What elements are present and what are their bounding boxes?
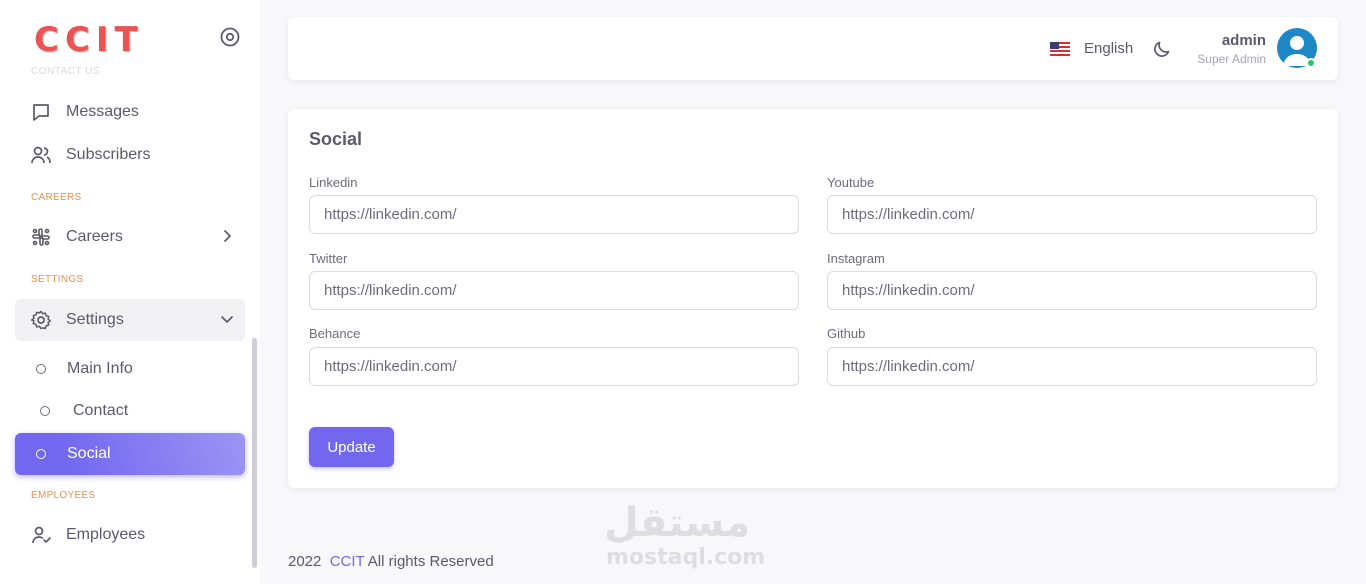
- slack-icon: [30, 226, 52, 248]
- gear-icon: [30, 309, 52, 331]
- sidebar-item-label: Subscribers: [66, 146, 151, 163]
- sidebar-item-careers[interactable]: Careers: [15, 216, 245, 258]
- behance-label: Behance: [309, 326, 361, 341]
- section-label-contact: CONTACT US: [31, 66, 101, 76]
- sidebar-item-employees[interactable]: Employees: [15, 514, 245, 556]
- linkedin-label: Linkedin: [309, 175, 358, 190]
- card-title: Social: [309, 129, 363, 149]
- social-card: Social Linkedin Youtube Twitter Instagra…: [288, 109, 1338, 488]
- chevron-right-icon: [219, 228, 235, 244]
- circle-icon: [40, 406, 50, 416]
- menu-toggle-icon[interactable]: [219, 26, 241, 48]
- circle-icon: [36, 364, 46, 374]
- section-label-settings: SETTINGS: [31, 274, 84, 285]
- us-flag-icon[interactable]: [1050, 42, 1070, 56]
- twitter-input[interactable]: [309, 271, 799, 310]
- sidebar-item-label: Settings: [66, 311, 124, 328]
- footer-rights: All rights Reserved: [367, 553, 494, 570]
- section-label-employees: EMPLOYEES: [31, 490, 96, 501]
- sidebar-subitem-label: Social: [67, 445, 111, 462]
- youtube-input[interactable]: [827, 195, 1317, 234]
- github-input[interactable]: [827, 347, 1317, 386]
- sidebar-subitem-contact[interactable]: Contact: [15, 390, 245, 432]
- sidebar-item-label: Careers: [66, 228, 123, 245]
- chevron-down-icon: [219, 311, 235, 327]
- sidebar-item-settings[interactable]: Settings: [15, 299, 245, 341]
- sidebar-subitem-social[interactable]: Social: [15, 433, 245, 475]
- footer: 2022 CCIT All rights Reserved: [288, 553, 494, 570]
- online-status-badge: [1306, 58, 1316, 68]
- users-icon: [30, 144, 52, 166]
- user-check-icon: [30, 524, 52, 546]
- section-label-careers: CAREERS: [31, 192, 82, 203]
- sidebar-item-subscribers[interactable]: Subscribers: [15, 134, 245, 176]
- sidebar-item-label: Employees: [66, 526, 146, 543]
- footer-brand-link[interactable]: CCIT: [330, 553, 365, 570]
- circle-icon: [36, 449, 46, 459]
- twitter-label: Twitter: [309, 251, 348, 266]
- top-navbar: English admin Super Admin: [288, 17, 1338, 80]
- message-icon: [30, 101, 52, 123]
- sidebar: CCIT CONTACT US Messages Subscribers CAR…: [0, 0, 260, 584]
- user-role: Super Admin: [1197, 52, 1266, 66]
- update-button[interactable]: Update: [309, 427, 394, 467]
- user-name: admin: [1221, 32, 1266, 49]
- sidebar-subitem-label: Contact: [73, 402, 129, 419]
- sidebar-item-label: Messages: [66, 103, 139, 120]
- youtube-label: Youtube: [827, 175, 875, 190]
- watermark-latin: mostaql.com: [606, 545, 766, 570]
- linkedin-input[interactable]: [309, 195, 799, 234]
- sidebar-scrollbar[interactable]: [252, 338, 257, 568]
- sidebar-item-messages[interactable]: Messages: [15, 91, 245, 133]
- instagram-input[interactable]: [827, 271, 1317, 310]
- watermark-arabic: مستقل: [604, 500, 751, 546]
- sidebar-subitem-main-info[interactable]: Main Info: [15, 348, 245, 390]
- footer-year: 2022: [288, 553, 322, 570]
- github-label: Github: [827, 326, 866, 341]
- language-selector[interactable]: English: [1084, 40, 1133, 57]
- instagram-label: Instagram: [827, 251, 885, 266]
- sidebar-subitem-label: Main Info: [67, 360, 133, 377]
- behance-input[interactable]: [309, 347, 799, 386]
- moon-icon[interactable]: [1152, 39, 1172, 59]
- logo[interactable]: CCIT: [34, 20, 144, 60]
